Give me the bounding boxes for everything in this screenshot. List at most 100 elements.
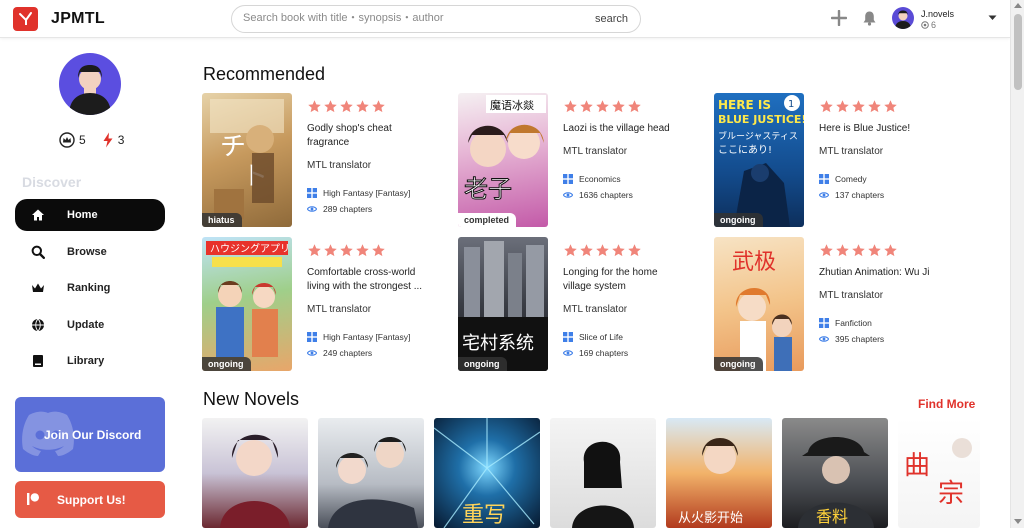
cover-art: 魔语冰燚 老子 [464,95,546,204]
bell-icon[interactable] [862,10,877,26]
svg-text:1: 1 [788,99,794,110]
book-genre[interactable]: High Fantasy [Fantasy] [307,332,410,342]
find-more-link[interactable]: Find More [918,397,975,411]
status-badge: ongoing [458,357,507,371]
discord-label: Join Our Discord [44,428,142,442]
rating-stars [819,243,898,258]
page-scrollbar[interactable] [1010,0,1024,528]
book-genre[interactable]: Slice of Life [563,332,623,342]
username[interactable]: J.novels [921,9,954,19]
svg-text:チ: チ [220,132,246,162]
book-cover[interactable]: HERE IS 1 BLUE JUSTICE! ブルージャスティス ここにあり!… [714,93,804,227]
star-icon [564,244,577,257]
support-label: Support Us! [57,493,126,507]
new-novel-cover[interactable]: 香料 [782,418,888,528]
book-cover[interactable]: ハウジングアプリ ongoing [202,237,292,371]
eye-icon [563,192,573,198]
sidebar-item-update[interactable]: Update [15,309,165,341]
new-novel-cover[interactable] [318,418,424,528]
book-cover[interactable]: 武极 ongoing [714,237,804,371]
star-icon [628,244,641,257]
sidebar-item-ranking[interactable]: Ranking [15,272,165,304]
chapter-count: 169 chapters [579,348,629,358]
rating-stars [563,243,642,258]
star-icon [868,244,881,257]
book-title[interactable]: Here is Blue Justice! [819,122,943,136]
brand-name[interactable]: JPMTL [51,10,105,28]
book-genre[interactable]: High Fantasy [Fantasy] [307,188,410,198]
eye-icon [307,206,317,212]
new-novel-cover[interactable]: 曲 宗 [898,418,980,528]
svg-text:重写: 重写 [462,503,506,528]
chapter-count: 395 chapters [835,334,885,344]
book-cover[interactable]: 魔语冰燚 老子 completed [458,93,548,227]
genre-label: High Fantasy [Fantasy] [323,332,411,342]
book-title[interactable]: Laozi is the village head [563,122,687,136]
book-genre[interactable]: Fanfiction [819,318,872,328]
crown-coin-icon [59,132,75,148]
svg-text:BLUE JUSTICE!: BLUE JUSTICE! [718,113,804,126]
chevron-down-icon[interactable] [988,15,997,21]
search-input[interactable] [243,12,573,24]
book-chapters: 169 chapters [563,348,628,358]
new-novel-cover[interactable] [550,418,656,528]
scroll-down-arrow[interactable] [1014,519,1022,524]
recommended-heading: Recommended [203,64,326,84]
sidebar-item-label: Ranking [67,282,111,294]
cover-art: 曲 宗 [904,438,972,509]
coin-count: 5 [79,133,86,147]
book-title[interactable]: Godly shop's cheat fragrance [307,122,431,150]
book-chapters: 249 chapters [307,348,372,358]
book-card: ハウジングアプリ ongoing Comfortable cross-world… [202,237,452,371]
avatar-icon [895,10,911,29]
svg-text:曲: 曲 [904,451,930,481]
plus-icon[interactable] [831,10,847,26]
book-title[interactable]: Longing for the home village system [563,266,687,294]
status-badge: completed [458,213,517,227]
book-cover[interactable]: 宅村系统 ongoing [458,237,548,371]
cover-art: 从火影开始 [678,438,743,526]
patreon-icon [27,493,39,505]
new-novel-cover[interactable] [202,418,308,528]
book-translator: MTL translator [563,304,628,315]
chapter-count: 249 chapters [323,348,373,358]
sidebar-item-home[interactable]: Home [15,199,165,231]
search-button[interactable]: search [595,13,628,25]
eye-icon [563,350,573,356]
grid-icon [563,332,573,342]
top-header: JPMTL search J.novels 6 [0,0,1010,38]
star-icon [580,100,593,113]
cover-art: 重写 [434,418,540,528]
support-button[interactable]: Support Us! [15,481,165,518]
book-genre[interactable]: Economics [563,174,621,184]
book-title[interactable]: Comfortable cross-world living with the … [307,266,431,294]
book-cover[interactable]: チ ト hiatus [202,93,292,227]
book-title[interactable]: Zhutian Animation: Wu Ji [819,266,943,280]
user-avatar[interactable] [892,7,914,29]
new-novel-cover[interactable]: 重写 [434,418,540,528]
star-icon [340,244,353,257]
status-badge: ongoing [202,357,251,371]
svg-text:香料: 香料 [816,507,848,526]
discord-button[interactable]: Join Our Discord [15,397,165,472]
svg-text:ハウジングアプリ: ハウジングアプリ [210,242,290,255]
scroll-thumb[interactable] [1014,14,1022,90]
book-card: チ ト hiatus Godly shop's cheat fragrance … [202,93,452,227]
genre-label: Slice of Life [579,332,623,342]
star-icon [308,100,321,113]
sidebar-item-label: Library [67,355,105,367]
book-genre[interactable]: Comedy [819,174,867,184]
new-novel-cover[interactable]: 从火影开始 [666,418,772,528]
profile-avatar[interactable] [59,53,121,115]
book-card: 武极 ongoing Zhutian Animation: Wu Ji MTL … [714,237,964,371]
scroll-up-arrow[interactable] [1014,3,1022,8]
search-icon [31,245,45,259]
search-bar: search [231,5,641,33]
sidebar-item-browse[interactable]: Browse [15,236,165,268]
svg-text:武极: 武极 [732,250,776,275]
svg-text:ブルージャスティス: ブルージャスティス [718,130,798,142]
star-icon [596,244,609,257]
site-logo[interactable] [13,7,38,31]
sidebar-item-library[interactable]: Library [15,345,165,377]
avatar-icon [69,65,111,115]
